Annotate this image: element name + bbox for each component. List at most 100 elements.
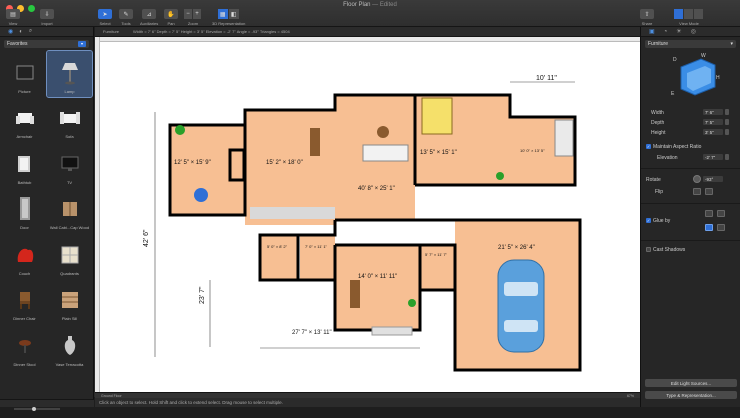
- 3d-representation-toolbar-button[interactable]: ▦ ◧ 3D Representation: [212, 9, 245, 26]
- rotate-field[interactable]: -93°: [703, 176, 723, 182]
- office-desk[interactable]: [350, 280, 360, 308]
- width-field[interactable]: 7' 6": [703, 109, 723, 115]
- library-item-dinner-chair[interactable]: Dinner Chair: [2, 279, 47, 325]
- depth-stepper[interactable]: [725, 119, 729, 125]
- library-tab-objects[interactable]: ◉: [8, 28, 13, 35]
- bed[interactable]: [421, 97, 453, 135]
- thumbnail-size-slider[interactable]: [0, 405, 94, 413]
- room-office[interactable]: [335, 245, 420, 330]
- library-tabs: ◉ ◐ ⌕: [0, 27, 93, 37]
- plant-icon[interactable]: [496, 172, 504, 180]
- level-bar: Ground Floor 67%: [95, 393, 640, 398]
- cast-shadows-label: Cast Shadows: [653, 247, 686, 253]
- import-toolbar-button[interactable]: ⇩ Import: [40, 9, 54, 26]
- height-field[interactable]: 3' 5": [703, 129, 723, 135]
- car[interactable]: [497, 259, 545, 353]
- camera-tab-icon[interactable]: ◎: [691, 28, 696, 35]
- auxiliaries-toolbar-button[interactable]: ⊿ Auxiliaries: [140, 9, 158, 26]
- room-porch[interactable]: [170, 125, 245, 215]
- level-name[interactable]: Ground Floor: [101, 394, 122, 398]
- width-stepper[interactable]: [725, 109, 729, 115]
- lighting-tab-icon[interactable]: ☀: [676, 28, 681, 35]
- glue-top-button[interactable]: [717, 224, 725, 231]
- library-item-armchair[interactable]: Armchair: [2, 97, 47, 143]
- depth-field[interactable]: 7' 5": [703, 119, 723, 125]
- room-label: 5' 0" × 8' 2": [267, 244, 288, 249]
- library-item-couch[interactable]: Couch: [2, 233, 47, 279]
- glue-left-button[interactable]: [705, 210, 713, 217]
- divider: [641, 240, 740, 241]
- plant-icon[interactable]: [175, 125, 185, 135]
- picture-icon: [12, 60, 38, 86]
- library-tab-search[interactable]: ⌕: [29, 28, 32, 35]
- library-item-plain-sill[interactable]: Plain Sill: [47, 279, 92, 325]
- library-category-select[interactable]: Favorites ▾: [4, 40, 89, 48]
- window-title: Floor Plan — Edited: [0, 2, 740, 8]
- floor-plan: 10' 11" 12' 5" × 15' 9" 15' 2" × 18' 0" …: [143, 75, 582, 372]
- select-toolbar-button[interactable]: ➤ Select: [98, 9, 112, 26]
- coffee-table[interactable]: [377, 126, 389, 138]
- library-item-bathtub[interactable]: Bathtub: [2, 142, 47, 188]
- view-toolbar-button[interactable]: ▤ View: [6, 9, 20, 26]
- room-label: 12' 5" × 15' 9": [174, 160, 211, 166]
- tools-toolbar-button[interactable]: ✎ Tools: [119, 9, 133, 26]
- zoom-toolbar-button[interactable]: − + Zoom: [184, 9, 202, 26]
- sidebar-icon: ▤: [6, 9, 20, 19]
- library-item-tv[interactable]: TV: [47, 142, 92, 188]
- library-item-sofa[interactable]: Sofa: [47, 97, 92, 143]
- room-label: 5' 7" × 11' 7": [425, 252, 448, 257]
- rotate-dial[interactable]: [693, 175, 701, 183]
- porch-bench[interactable]: [371, 326, 413, 336]
- library-tab-materials[interactable]: ◐: [19, 29, 23, 35]
- zoom-level[interactable]: 67%: [627, 394, 634, 398]
- stool-icon: [12, 333, 38, 359]
- kitchen-counter[interactable]: [250, 207, 335, 219]
- pan-toolbar-button[interactable]: ✋ Pan: [164, 9, 178, 26]
- share-toolbar-button[interactable]: ⇧ Share: [640, 9, 654, 26]
- bathtub[interactable]: [554, 119, 574, 157]
- glue-by-checkbox[interactable]: ✓: [646, 218, 651, 223]
- materials-tab-icon[interactable]: ◔: [664, 29, 668, 35]
- inspector-panel: ▣ ◔ ☀ ◎ Furniture ▾ D W H E Width 7' 6" …: [640, 27, 740, 407]
- library-item-lamp[interactable]: Lamp: [46, 50, 93, 98]
- sofa[interactable]: [362, 144, 409, 162]
- svg-text:D: D: [673, 57, 677, 63]
- library-item-quadrants[interactable]: Quadrants: [47, 233, 92, 279]
- library-item-dinner-stool[interactable]: Dinner Stool: [2, 324, 47, 370]
- height-stepper[interactable]: [725, 129, 729, 135]
- plant-icon[interactable]: [408, 299, 416, 307]
- library-item-door[interactable]: Door: [2, 188, 47, 234]
- view-mode-toolbar-button[interactable]: View Mode: [674, 9, 704, 26]
- room-small-1[interactable]: [260, 235, 298, 280]
- room-small-2[interactable]: [300, 235, 335, 280]
- divider: [641, 168, 740, 169]
- glue-right-button[interactable]: [717, 210, 725, 217]
- plan-canvas[interactable]: 10' 11" 12' 5" × 15' 9" 15' 2" × 18' 0" …: [100, 42, 640, 392]
- library-item-label: Vase Terracotta: [55, 361, 84, 367]
- armchair-icon: [12, 105, 38, 131]
- glue-bottom-button[interactable]: [705, 224, 713, 231]
- room-label: 10' 0" × 13' 5": [520, 148, 545, 153]
- dining-table[interactable]: [310, 128, 320, 156]
- cast-shadows-checkbox[interactable]: [646, 247, 651, 252]
- library-item-label: Wall Cabi...Cap Wood: [49, 225, 90, 230]
- library-item-picture[interactable]: Picture: [2, 51, 47, 97]
- furniture-tab-icon[interactable]: ▣: [649, 28, 655, 35]
- view-3d-icon: ◧: [228, 9, 239, 19]
- flip-label: Flip: [655, 189, 664, 195]
- vase-icon: [57, 333, 83, 359]
- library-item-wall-cabinet[interactable]: Wall Cabi...Cap Wood: [47, 188, 92, 234]
- elevation-stepper[interactable]: [725, 154, 729, 160]
- edit-light-sources-button[interactable]: Edit Light Sources...: [645, 379, 737, 387]
- flip-horizontal-button[interactable]: [693, 188, 701, 195]
- round-table[interactable]: [194, 188, 208, 202]
- flip-vertical-button[interactable]: [705, 188, 713, 195]
- plan-2d-icon: ▦: [217, 9, 228, 19]
- type-representation-button[interactable]: Type & Representation...: [645, 391, 737, 399]
- zoom-out-icon: −: [184, 9, 192, 19]
- maintain-aspect-checkbox[interactable]: ✓: [646, 144, 651, 149]
- inspector-category-select[interactable]: Furniture ▾: [645, 40, 736, 48]
- elevation-field[interactable]: -2' 7": [703, 154, 723, 160]
- door-icon: [12, 196, 38, 222]
- library-item-vase[interactable]: Vase Terracotta: [47, 324, 92, 370]
